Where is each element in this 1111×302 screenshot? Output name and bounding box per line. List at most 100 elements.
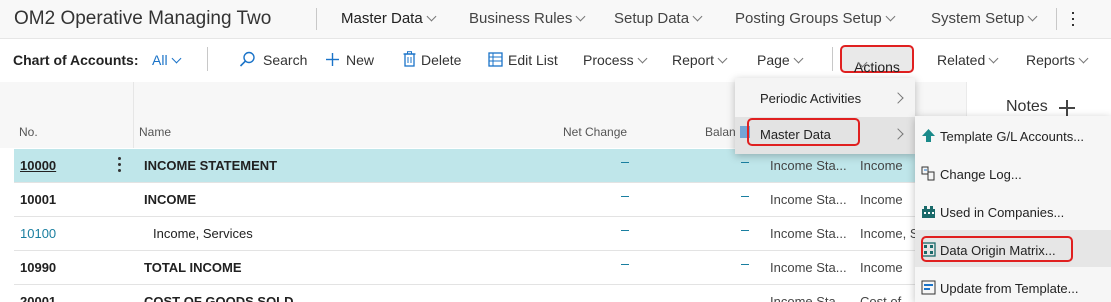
action-separator bbox=[207, 47, 208, 71]
row-name: INCOME STATEMENT bbox=[144, 158, 278, 173]
chevron-down-icon bbox=[575, 11, 586, 22]
row-net-change[interactable] bbox=[621, 229, 629, 231]
row-no[interactable]: 10100 bbox=[20, 226, 56, 241]
nav-label: Posting Groups Setup bbox=[735, 10, 882, 27]
page-label: Page bbox=[757, 52, 790, 68]
row-balance[interactable] bbox=[741, 161, 749, 163]
menu-item-update-from-template[interactable]: Update from Template... bbox=[940, 281, 1079, 296]
process-label: Process bbox=[583, 52, 634, 68]
action-bar: Chart of Accounts: All Search New Delete… bbox=[0, 39, 1111, 81]
report-label: Report bbox=[672, 52, 715, 68]
process-menu[interactable]: Process bbox=[583, 52, 648, 68]
row-col2: Income bbox=[860, 158, 903, 173]
page-menu[interactable]: Page bbox=[757, 52, 804, 68]
table-row[interactable]: 10100 Income, Services Income Sta... Inc… bbox=[14, 217, 966, 251]
nav-business-rules[interactable]: Business Rules bbox=[469, 10, 586, 27]
search-label: Search bbox=[263, 52, 308, 68]
row-no[interactable]: 10990 bbox=[20, 260, 56, 275]
menu-item-change-log[interactable]: Change Log... bbox=[940, 167, 1022, 182]
chevron-down-icon bbox=[637, 53, 648, 64]
row-name: COST OF GOODS SOLD bbox=[144, 294, 294, 302]
search-icon bbox=[239, 51, 255, 67]
company-name[interactable]: OM2 Operative Managing Two bbox=[14, 8, 271, 30]
row-col2: Income, S bbox=[860, 226, 919, 241]
row-col2: Income bbox=[860, 192, 903, 207]
edit-list-icon bbox=[488, 52, 503, 67]
highlight-box bbox=[921, 236, 1073, 262]
row-net-change[interactable] bbox=[621, 263, 629, 265]
companies-icon bbox=[922, 206, 935, 218]
nav-label: Master Data bbox=[341, 10, 423, 27]
delete-button[interactable]: Delete bbox=[403, 51, 462, 68]
search-button[interactable]: Search bbox=[239, 51, 308, 68]
delete-label: Delete bbox=[421, 52, 462, 68]
nav-separator bbox=[1056, 8, 1057, 30]
column-header-name[interactable]: Name bbox=[139, 125, 171, 139]
row-balance[interactable] bbox=[741, 195, 749, 197]
chevron-down-icon bbox=[426, 11, 437, 22]
filter-label: All bbox=[152, 52, 168, 68]
notes-title: Notes bbox=[1006, 98, 1048, 115]
reports-menu[interactable]: Reports bbox=[1026, 52, 1089, 68]
row-col1: Income Sta... bbox=[770, 294, 847, 302]
menu-item-periodic-activities[interactable]: Periodic Activities bbox=[760, 91, 861, 106]
row-col1: Income Sta... bbox=[770, 226, 847, 241]
plus-icon bbox=[326, 53, 339, 66]
chevron-down-icon bbox=[171, 53, 182, 64]
nav-label: Setup Data bbox=[614, 10, 690, 27]
row-name: Income, Services bbox=[153, 226, 253, 241]
chevron-down-icon bbox=[692, 11, 703, 22]
hamburger-menu-icon[interactable] bbox=[1072, 12, 1074, 26]
update-icon bbox=[921, 280, 936, 295]
nav-label: System Setup bbox=[931, 10, 1025, 27]
row-col1: Income Sta... bbox=[770, 260, 847, 275]
table-row[interactable]: 10000 INCOME STATEMENT Income Sta... Inc… bbox=[14, 149, 966, 183]
chevron-down-icon bbox=[793, 53, 804, 64]
new-button[interactable]: New bbox=[325, 52, 374, 68]
row-col2: Income bbox=[860, 260, 903, 275]
chevron-down-icon bbox=[1078, 53, 1089, 64]
row-net-change[interactable] bbox=[621, 161, 629, 163]
report-menu[interactable]: Report bbox=[672, 52, 728, 68]
nav-posting-groups-setup[interactable]: Posting Groups Setup bbox=[735, 10, 896, 27]
column-header-balance[interactable]: Balan bbox=[705, 125, 736, 139]
table-row[interactable]: 10001 INCOME Income Sta... Income bbox=[14, 183, 966, 217]
reports-label: Reports bbox=[1026, 52, 1076, 68]
add-note-plus-icon[interactable] bbox=[1059, 100, 1075, 116]
row-net-change[interactable] bbox=[621, 195, 629, 197]
table-row[interactable]: 10990 TOTAL INCOME Income Sta... Income bbox=[14, 251, 966, 285]
page-title: Chart of Accounts: bbox=[13, 52, 139, 68]
arrow-up-icon bbox=[922, 129, 935, 142]
column-header-no[interactable]: No. bbox=[19, 125, 38, 139]
nav-master-data[interactable]: Master Data bbox=[341, 10, 437, 27]
row-no[interactable]: 20001 bbox=[20, 294, 56, 302]
highlight-box bbox=[747, 118, 860, 146]
trash-icon bbox=[403, 51, 416, 67]
related-menu[interactable]: Related bbox=[937, 52, 999, 68]
menu-item-template-gl-accounts[interactable]: Template G/L Accounts... bbox=[940, 129, 1084, 144]
nav-separator bbox=[316, 8, 317, 30]
edit-list-button[interactable]: Edit List bbox=[488, 52, 558, 68]
top-navigation-bar: OM2 Operative Managing Two Master Data B… bbox=[0, 0, 1111, 39]
menu-item-used-in-companies[interactable]: Used in Companies... bbox=[940, 205, 1064, 220]
change-log-icon bbox=[921, 166, 935, 181]
row-more-icon[interactable] bbox=[118, 157, 121, 173]
row-col1: Income Sta... bbox=[770, 158, 847, 173]
nav-system-setup[interactable]: System Setup bbox=[931, 10, 1038, 27]
row-col2: Cost of bbox=[860, 294, 902, 302]
row-balance[interactable] bbox=[741, 229, 749, 231]
chevron-down-icon bbox=[717, 53, 728, 64]
row-no[interactable]: 10000 bbox=[20, 158, 56, 173]
row-balance[interactable] bbox=[741, 263, 749, 265]
chevron-down-icon bbox=[1027, 11, 1038, 22]
filter-all-button[interactable]: All bbox=[152, 52, 182, 68]
new-label: New bbox=[346, 52, 375, 68]
row-no[interactable]: 10001 bbox=[20, 192, 56, 207]
table-row[interactable]: 20001 COST OF GOODS SOLD Income Sta... C… bbox=[14, 285, 966, 302]
row-name: INCOME bbox=[144, 192, 196, 207]
column-header-net-change[interactable]: Net Change bbox=[563, 125, 627, 139]
actions-menu-button[interactable]: Actions bbox=[840, 45, 914, 75]
nav-setup-data[interactable]: Setup Data bbox=[614, 10, 703, 27]
action-separator bbox=[832, 47, 833, 71]
chevron-down-icon bbox=[988, 53, 999, 64]
